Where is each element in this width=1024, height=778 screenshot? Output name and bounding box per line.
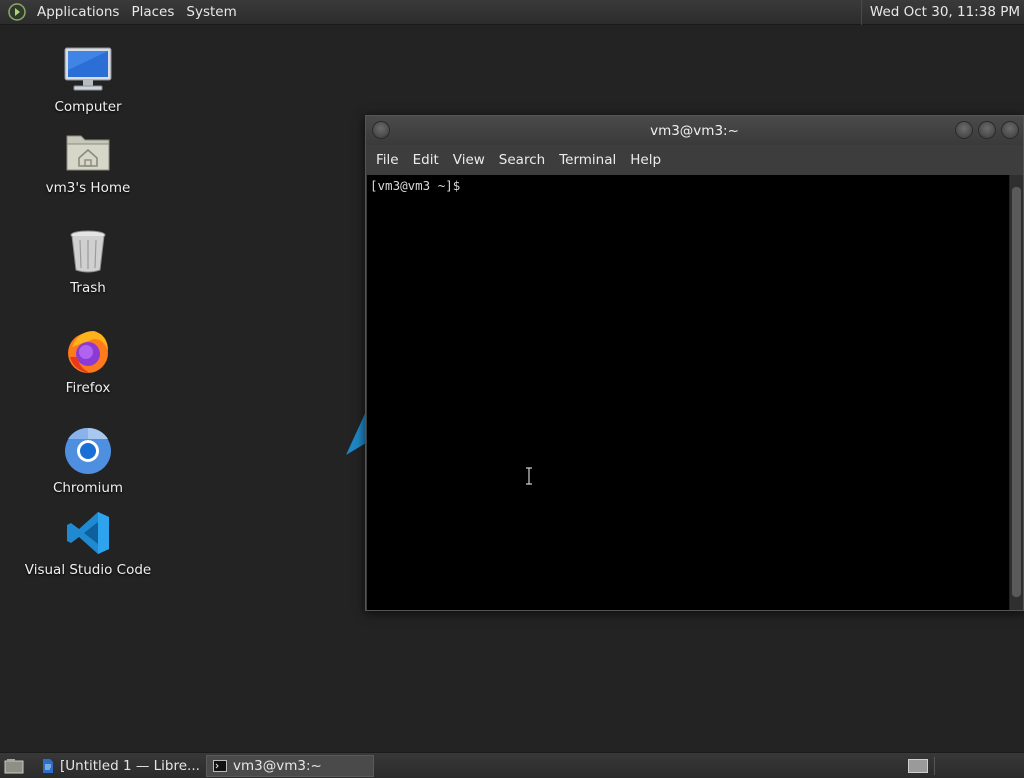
desktop-icon-label: Trash	[70, 280, 106, 296]
maximize-icon[interactable]	[978, 121, 996, 139]
computer-icon	[62, 44, 114, 96]
system-menu[interactable]: System	[180, 0, 242, 25]
vscode-icon	[62, 507, 114, 559]
desktop-icon-label: Visual Studio Code	[24, 562, 152, 578]
taskbar-item-label: [Untitled 1 — Libre...	[60, 757, 200, 774]
workspace-switcher-1[interactable]	[908, 759, 928, 773]
home-folder-icon	[62, 125, 114, 177]
minimize-icon[interactable]	[955, 121, 973, 139]
top-panel: Applications Places System Wed Oct 30, 1…	[0, 0, 1024, 25]
workspace-divider	[934, 757, 935, 775]
terminal-title: vm3@vm3:~	[650, 122, 739, 139]
menu-help[interactable]: Help	[624, 152, 667, 168]
bottom-panel: [Untitled 1 — Libre... vm3@vm3:~	[0, 752, 1024, 778]
show-desktop-icon[interactable]	[2, 755, 26, 777]
terminal-output[interactable]: [vm3@vm3 ~]$	[367, 175, 1009, 610]
desktop-icon-firefox[interactable]: Firefox	[23, 325, 153, 396]
desktop-icon-computer[interactable]: Computer	[23, 44, 153, 115]
desktop-icon-label: vm3's Home	[45, 180, 131, 196]
terminal-prompt: [vm3@vm3 ~]$	[370, 178, 461, 193]
firefox-icon	[62, 325, 114, 377]
desktop-icon-home[interactable]: vm3's Home	[23, 125, 153, 196]
menu-search[interactable]: Search	[493, 152, 551, 168]
applications-menu[interactable]: Applications	[31, 0, 125, 25]
menu-terminal[interactable]: Terminal	[553, 152, 622, 168]
desktop-icon-label: Computer	[54, 99, 122, 115]
libreoffice-writer-icon	[42, 758, 54, 774]
terminal-icon	[213, 759, 227, 772]
terminal-titlebar[interactable]: vm3@vm3:~	[366, 116, 1023, 145]
menu-view[interactable]: View	[447, 152, 491, 168]
applications-menu-logo-icon[interactable]	[7, 2, 27, 22]
desktop-icon-label: Chromium	[52, 480, 124, 496]
trash-icon	[62, 225, 114, 277]
desktop-icon-chromium[interactable]: Chromium	[23, 425, 153, 496]
terminal-scrollbar[interactable]	[1009, 175, 1023, 610]
desktop-icon-trash[interactable]: Trash	[23, 225, 153, 296]
terminal-window[interactable]: vm3@vm3:~ File Edit View Search Terminal…	[365, 115, 1024, 611]
desktop-icon-vscode[interactable]: Visual Studio Code	[23, 507, 153, 578]
desktop-icon-label: Firefox	[65, 380, 111, 396]
menu-edit[interactable]: Edit	[407, 152, 445, 168]
close-icon[interactable]	[1001, 121, 1019, 139]
menu-file[interactable]: File	[370, 152, 405, 168]
clock[interactable]: Wed Oct 30, 11:38 PM	[860, 0, 1024, 25]
chromium-icon	[62, 425, 114, 477]
taskbar-item-terminal[interactable]: vm3@vm3:~	[206, 754, 374, 777]
window-menu-icon[interactable]	[372, 121, 390, 139]
text-cursor-icon	[525, 467, 533, 489]
taskbar-item-libreoffice[interactable]: [Untitled 1 — Libre...	[36, 755, 202, 777]
terminal-menubar: File Edit View Search Terminal Help	[366, 145, 1023, 175]
top-menu: Applications Places System	[31, 0, 243, 25]
taskbar-item-label: vm3@vm3:~	[233, 757, 322, 774]
places-menu[interactable]: Places	[125, 0, 180, 25]
scrollbar-thumb[interactable]	[1012, 187, 1021, 597]
